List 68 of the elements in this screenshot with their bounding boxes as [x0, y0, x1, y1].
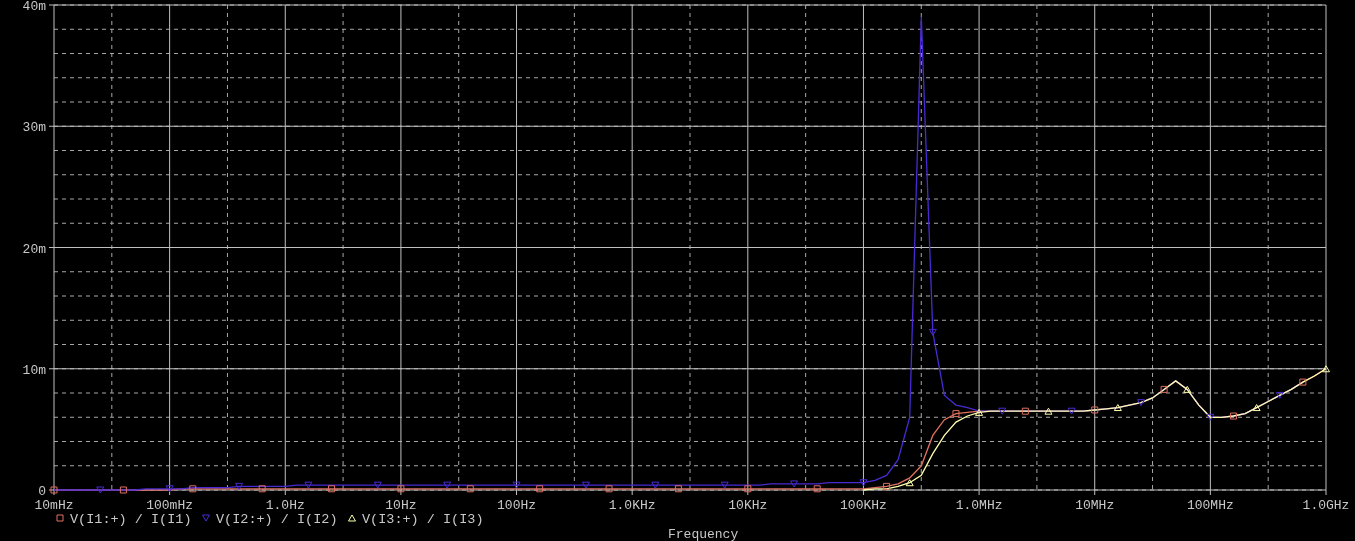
data-point-marker: [744, 485, 752, 493]
data-point-marker: [1230, 412, 1237, 420]
data-point-marker: [1252, 404, 1261, 412]
y-tick-label: 20m: [22, 241, 46, 257]
data-point-marker: [536, 485, 544, 493]
data-point-marker: [998, 407, 1007, 415]
x-tick-label: 10KHz: [728, 498, 768, 513]
x-tick-label: 1.0GHz: [1302, 498, 1350, 513]
data-point-marker: [189, 485, 197, 493]
data-point-marker: [905, 479, 914, 487]
legend-marker-icon: [348, 514, 356, 522]
data-point-marker: [883, 482, 891, 490]
data-point-marker: [165, 485, 174, 493]
data-point-marker: [952, 410, 960, 418]
data-point-marker: [119, 486, 127, 494]
data-point-marker: [928, 328, 937, 336]
data-point-marker: [1275, 391, 1284, 399]
data-point-marker: [50, 486, 58, 494]
data-point-marker: [1299, 378, 1307, 386]
x-tick-label: 100MHz: [1186, 498, 1234, 513]
data-point-marker: [512, 481, 521, 489]
data-point-marker: [1206, 413, 1215, 421]
data-point-marker: [466, 485, 474, 493]
data-point-marker: [605, 485, 613, 493]
x-tick-label: 10mHz: [34, 498, 74, 513]
legend-label: V(I3:+) / I(I3): [362, 512, 484, 527]
data-point-marker: [397, 485, 405, 493]
x-tick-label: 1.0Hz: [265, 498, 305, 513]
x-tick-label: 1.0MHz: [955, 498, 1003, 513]
data-point-marker: [304, 481, 313, 489]
data-point-marker: [328, 485, 336, 493]
data-point-marker: [975, 408, 984, 416]
y-tick-label: 0: [38, 484, 46, 499]
data-point-marker: [1044, 407, 1053, 415]
data-point-marker: [581, 481, 590, 489]
data-point-marker: [1021, 407, 1029, 415]
data-point-marker: [1183, 385, 1192, 393]
x-tick-label: 100KHz: [840, 498, 887, 513]
data-point-marker: [859, 479, 868, 487]
y-tick-label: 40m: [22, 0, 46, 14]
data-point-marker: [1137, 399, 1145, 407]
legend-marker-icon: [202, 514, 210, 522]
data-point-marker: [720, 481, 729, 489]
data-point-marker: [790, 480, 799, 488]
data-point-marker: [258, 485, 266, 493]
y-tick-label: 10m: [22, 362, 46, 378]
data-point-marker: [1091, 406, 1099, 414]
data-point-marker: [651, 481, 660, 489]
x-tick-label: 10MHz: [1075, 498, 1115, 513]
data-point-marker: [813, 485, 821, 493]
data-point-marker: [96, 486, 105, 494]
legend-label: V(I1:+) / I(I1): [70, 512, 192, 527]
data-point-marker: [235, 482, 243, 490]
legend-label: V(I2:+) / I(I2): [216, 512, 338, 527]
data-point-marker: [1160, 385, 1168, 393]
x-tick-label: 1.0KHz: [608, 498, 656, 513]
data-point-marker: [443, 481, 452, 489]
data-point-marker: [1322, 365, 1330, 373]
x-tick-label: 100Hz: [497, 498, 537, 513]
x-tick-label: 100mHz: [146, 498, 194, 513]
x-axis-label: Frequency: [668, 527, 739, 541]
data-point-marker: [373, 481, 382, 489]
x-tick-label: 10Hz: [385, 498, 417, 513]
data-point-marker: [674, 485, 682, 493]
legend-marker-icon: [56, 514, 64, 522]
data-point-marker: [1113, 404, 1122, 412]
y-tick-label: 30m: [22, 120, 46, 136]
data-point-marker: [1067, 407, 1076, 415]
